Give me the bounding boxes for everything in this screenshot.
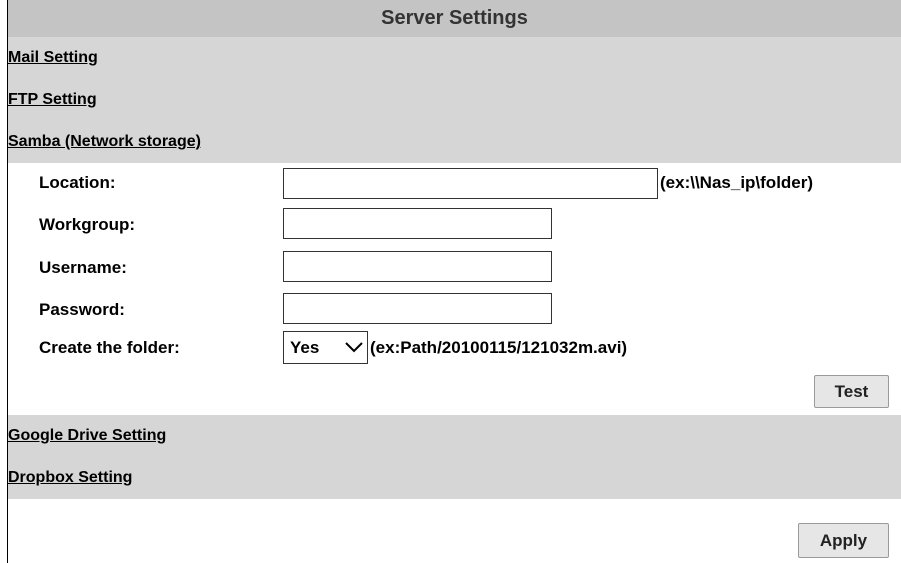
test-button[interactable]: Test	[814, 375, 889, 408]
section-dropbox: Dropbox Setting	[8, 457, 901, 499]
server-settings-panel: Server Settings Mail Setting FTP Setting…	[8, 0, 901, 499]
section-google-drive: Google Drive Setting	[8, 415, 901, 457]
section-group-bottom: Google Drive Setting Dropbox Setting	[8, 415, 901, 499]
password-label: Password:	[39, 300, 125, 319]
password-input[interactable]	[283, 293, 552, 324]
footer: Apply	[8, 517, 901, 563]
create-folder-select[interactable]: Yes	[283, 331, 368, 364]
mail-setting-link[interactable]: Mail Setting	[8, 49, 98, 66]
create-folder-value: Yes	[290, 338, 320, 357]
create-folder-hint: (ex:Path/20100115/121032m.avi)	[370, 338, 628, 357]
google-drive-setting-link[interactable]: Google Drive Setting	[8, 427, 166, 444]
chevron-down-icon	[343, 332, 365, 363]
create-folder-label: Create the folder:	[39, 338, 180, 357]
username-input[interactable]	[283, 251, 552, 282]
section-ftp: FTP Setting	[8, 79, 901, 121]
section-group-top: Mail Setting FTP Setting Samba (Network …	[8, 37, 901, 163]
samba-form: Location: (ex:\\Nas_ip\folder) Workgroup…	[8, 163, 901, 415]
workgroup-input[interactable]	[283, 208, 552, 239]
location-input[interactable]	[283, 168, 658, 199]
samba-setting-link[interactable]: Samba (Network storage)	[8, 133, 201, 150]
location-label: Location:	[39, 173, 116, 192]
dropbox-setting-link[interactable]: Dropbox Setting	[8, 469, 132, 486]
ftp-setting-link[interactable]: FTP Setting	[8, 91, 97, 108]
apply-button[interactable]: Apply	[798, 523, 889, 558]
section-mail: Mail Setting	[8, 37, 901, 79]
section-samba: Samba (Network storage)	[8, 121, 901, 163]
page-title: Server Settings	[8, 0, 901, 37]
location-hint: (ex:\\Nas_ip\folder)	[660, 173, 814, 192]
username-label: Username:	[39, 258, 127, 277]
workgroup-label: Workgroup:	[39, 215, 136, 234]
